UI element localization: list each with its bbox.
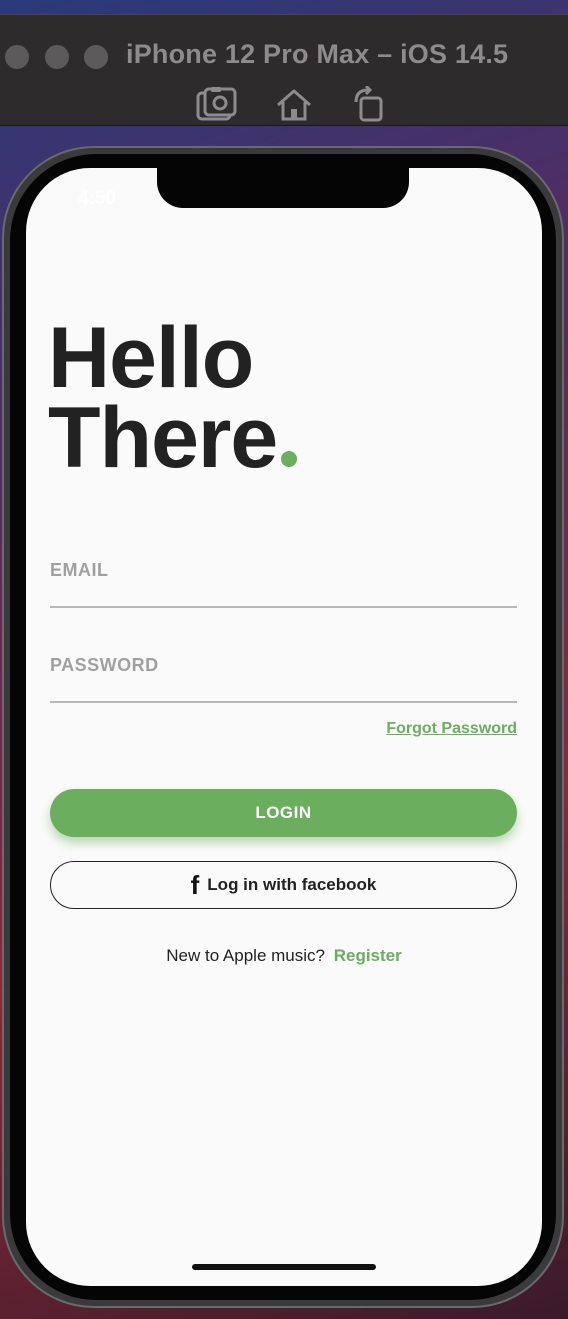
close-window-button[interactable]: [5, 45, 29, 69]
simulator-toolbar: iPhone 12 Pro Max – iOS 14.5: [0, 14, 568, 126]
facebook-login-button[interactable]: f Log in with facebook: [50, 861, 517, 909]
login-button[interactable]: LOGIN: [50, 789, 517, 837]
accent-dot: [281, 451, 298, 467]
greeting-heading: Hello There: [48, 310, 298, 481]
greeting-line-2: There: [48, 390, 278, 486]
home-icon: [277, 89, 311, 121]
register-prompt-row: New to Apple music? Register: [26, 946, 542, 966]
home-button[interactable]: [271, 85, 317, 125]
minimize-window-button[interactable]: [45, 45, 69, 69]
rotate-icon: [354, 86, 383, 122]
register-link[interactable]: Register: [334, 946, 402, 965]
password-label: PASSWORD: [50, 655, 159, 675]
email-label: EMAIL: [50, 560, 109, 580]
rotate-button[interactable]: [345, 85, 391, 125]
simulator-title: iPhone 12 Pro Max – iOS 14.5: [126, 39, 509, 69]
email-field[interactable]: EMAIL: [50, 560, 517, 608]
facebook-icon: f: [190, 870, 200, 900]
forgot-password-link[interactable]: Forgot Password: [386, 720, 517, 738]
status-time: 4:50: [78, 188, 117, 209]
facebook-button-label: Log in with facebook: [207, 875, 377, 894]
password-field[interactable]: PASSWORD: [50, 655, 517, 703]
greeting-line-1: Hello: [48, 310, 254, 406]
device-notch: [157, 168, 409, 208]
app-screen: 4:50 Hello There EMAIL PASSWORD Forgot P…: [26, 168, 542, 1286]
register-prompt: New to Apple music?: [166, 946, 325, 965]
screenshot-icon: [196, 87, 237, 121]
home-indicator[interactable]: [192, 1264, 376, 1270]
login-button-label: LOGIN: [255, 803, 312, 822]
screenshot-button[interactable]: [194, 85, 240, 125]
zoom-window-button[interactable]: [84, 45, 108, 69]
